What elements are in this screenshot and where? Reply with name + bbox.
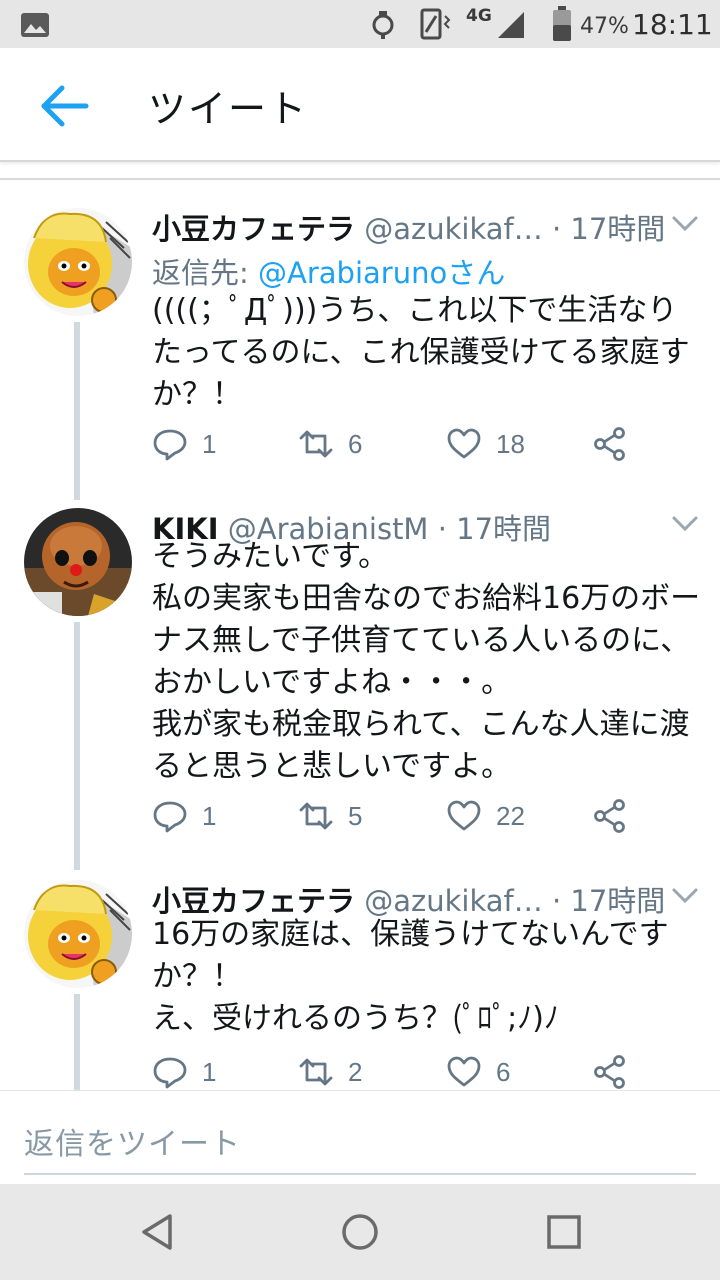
- retweet-count: 2: [348, 1056, 363, 1087]
- alarm-icon: [372, 11, 394, 39]
- thread-line: [74, 994, 80, 1090]
- compose-bar: 返信をツイート: [0, 1090, 720, 1185]
- tweet[interactable]: 小豆カフェテラ @azukikaf… · 17時間 返信先: @Arabiaru…: [0, 206, 720, 500]
- tweet-text: 16万の家庭は、保護うけてないんです か？！ え、受けれるのうち？(ﾟﾛﾟ;ﾉ)…: [152, 917, 669, 1036]
- reply-button[interactable]: 1: [152, 1050, 216, 1094]
- chevron-down-icon[interactable]: [670, 886, 700, 906]
- retweet-icon: [299, 430, 333, 458]
- share-icon: [594, 799, 625, 833]
- tweet-actions: 1 5 22: [152, 794, 692, 838]
- handle[interactable]: @azukikaf…: [364, 212, 543, 246]
- retweet-button[interactable]: 5: [298, 794, 362, 838]
- status-bar: 4G 47% 18:11: [0, 0, 720, 48]
- input-underline: [24, 1173, 696, 1175]
- battery-icon: [553, 6, 571, 41]
- display-name[interactable]: 小豆カフェテラ: [152, 884, 355, 918]
- vibrate-icon: [420, 8, 451, 40]
- retweet-icon: [299, 802, 333, 830]
- page-title: ツイート: [148, 87, 309, 131]
- tweet-text: そうみたいです。 私の実家も田舎なのでお給料16万のボー ナス無しで子供育ててい…: [152, 539, 701, 784]
- nav-back-icon[interactable]: [136, 1210, 180, 1254]
- share-button[interactable]: [592, 794, 628, 838]
- retweet-count: 5: [348, 800, 363, 831]
- system-nav-bar: [0, 1184, 720, 1280]
- signal-icon: [498, 12, 524, 38]
- reply-icon: [153, 429, 187, 461]
- share-icon: [594, 1055, 625, 1089]
- tweet[interactable]: 小豆カフェテラ @azukikaf… · 17時間 16万の家庭は、保護うけてな…: [0, 878, 720, 1090]
- share-button[interactable]: [592, 1050, 628, 1094]
- clock: 18:11: [632, 8, 713, 41]
- reply-button[interactable]: 1: [152, 794, 216, 838]
- reply-count: 1: [202, 800, 217, 831]
- thread-line: [74, 322, 80, 500]
- nav-recents-icon[interactable]: [542, 1210, 586, 1254]
- tweet-text: ((((；ﾟДﾟ)))うち、これ以下で生活なり たってるのに、これ保護受けてる家…: [152, 293, 690, 412]
- image-icon: [21, 13, 49, 37]
- like-button[interactable]: 6: [446, 1050, 510, 1094]
- retweet-count: 6: [348, 428, 363, 459]
- reply-icon: [153, 801, 187, 833]
- tweet-header: 小豆カフェテラ @azukikaf… · 17時間: [152, 206, 672, 248]
- divider: [0, 178, 720, 180]
- avatar[interactable]: [24, 880, 132, 988]
- like-button[interactable]: 18: [446, 422, 525, 466]
- back-arrow-icon[interactable]: [36, 78, 92, 134]
- reply-context: 返信先: @Arabiarunoさん: [152, 250, 505, 292]
- like-icon: [447, 1056, 481, 1087]
- retweet-button[interactable]: 2: [298, 1050, 362, 1094]
- avatar[interactable]: [24, 508, 132, 616]
- like-icon: [447, 428, 481, 459]
- thread-line: [74, 622, 80, 870]
- like-count: 18: [496, 428, 525, 459]
- like-count: 6: [496, 1056, 511, 1087]
- battery-percent: 47%: [580, 14, 629, 39]
- retweet-button[interactable]: 6: [298, 422, 362, 466]
- tweet[interactable]: KIKI @ArabianistM · 17時間 そうみたいです。 私の実家も田…: [0, 506, 720, 870]
- reply-to-user[interactable]: @Arabiarunoさん: [258, 256, 505, 290]
- reply-to-handle[interactable]: @Arabiaruno: [258, 256, 447, 290]
- reply-count: 1: [202, 1056, 217, 1087]
- reply-to-suffix: さん: [447, 256, 506, 290]
- network-type: 4G: [466, 6, 492, 26]
- chevron-down-icon[interactable]: [670, 214, 700, 234]
- tweet-actions: 1 2 6: [152, 1050, 692, 1094]
- tweet-actions: 1 6 18: [152, 422, 692, 466]
- reply-button[interactable]: 1: [152, 422, 216, 466]
- reply-input[interactable]: 返信をツイート: [24, 1119, 241, 1163]
- reply-count: 1: [202, 428, 217, 459]
- timestamp: · 17時間: [551, 212, 666, 246]
- share-button[interactable]: [592, 422, 628, 466]
- handle[interactable]: @azukikaf…: [364, 884, 543, 918]
- timestamp: · 17時間: [551, 884, 666, 918]
- app-bar: ツイート: [0, 48, 720, 162]
- chevron-down-icon[interactable]: [670, 514, 700, 534]
- like-count: 22: [496, 800, 525, 831]
- share-icon: [594, 427, 625, 461]
- avatar[interactable]: [24, 208, 132, 316]
- like-button[interactable]: 22: [446, 794, 525, 838]
- reply-to-label: 返信先:: [152, 256, 249, 290]
- display-name[interactable]: 小豆カフェテラ: [152, 212, 355, 246]
- like-icon: [447, 800, 481, 831]
- nav-home-icon[interactable]: [338, 1210, 382, 1254]
- reply-icon: [153, 1057, 187, 1089]
- retweet-icon: [299, 1058, 333, 1086]
